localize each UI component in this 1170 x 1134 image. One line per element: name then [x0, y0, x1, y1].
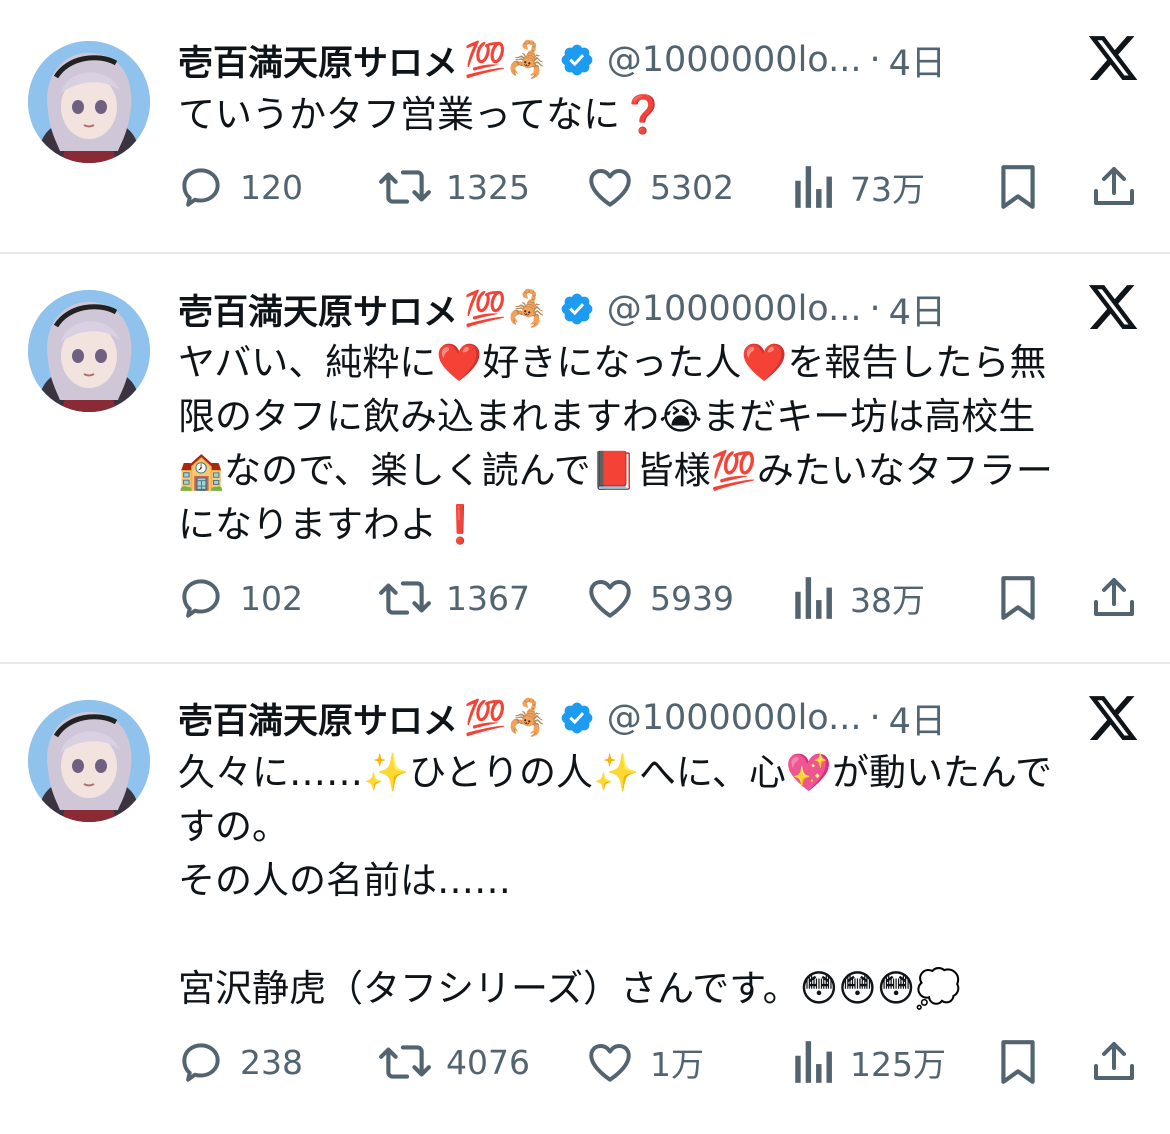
- share-upload-icon: [1094, 578, 1134, 616]
- share-button[interactable]: [1090, 568, 1138, 628]
- handle[interactable]: @1000000lo...: [607, 289, 862, 329]
- verified-badge-icon: [559, 291, 595, 327]
- name-emojis: 💯🦂: [464, 289, 549, 329]
- view-count: 73万: [850, 170, 925, 209]
- retweet-button[interactable]: 1367: [378, 568, 530, 628]
- bar-chart-icon: [795, 577, 832, 619]
- timestamp[interactable]: 4日: [889, 693, 946, 744]
- x-logo-icon: [1086, 280, 1140, 334]
- reply-button[interactable]: 102: [176, 568, 303, 628]
- retweet-arrows-icon: [379, 581, 431, 615]
- views-button[interactable]: 38万: [792, 568, 925, 628]
- reply-count: 120: [240, 167, 303, 207]
- tweet-text: ヤバい、純粋に❤️好きになった人❤️を報告したら無 限のタフに飲み込まれますわ😭…: [178, 341, 1053, 546]
- tweet-text: 久々に……✨ひとりの人✨へに、心💖が動いたんで すの。 その人の名前は…… 宮沢…: [178, 751, 1053, 1010]
- tweet-header: 壱百満天原サロメ 💯🦂 @1000000lo... · 4日: [178, 281, 946, 337]
- avatar[interactable]: [28, 41, 150, 163]
- bookmark-button[interactable]: [996, 157, 1040, 217]
- retweet-count: 4076: [446, 1042, 530, 1082]
- share-button[interactable]: [1090, 1032, 1138, 1092]
- retweet-button[interactable]: 4076: [378, 1032, 530, 1092]
- retweet-arrows-icon: [379, 1045, 431, 1079]
- heart-icon: [589, 168, 631, 207]
- bar-chart-icon: [795, 166, 832, 208]
- avatar[interactable]: [28, 290, 150, 412]
- share-button[interactable]: [1090, 157, 1138, 217]
- like-count: 1万: [650, 1045, 704, 1084]
- speech-bubble-icon: [182, 168, 220, 207]
- bookmark-icon: [1001, 1040, 1035, 1084]
- share-upload-icon: [1094, 1042, 1134, 1080]
- tweet-header: 壱百満天原サロメ 💯🦂 @1000000lo... · 4日: [178, 690, 946, 746]
- retweet-arrows-icon: [379, 170, 431, 204]
- name-emojis: 💯🦂: [464, 698, 549, 738]
- tweet-actions: 102 1367 5939 38万: [176, 568, 1142, 628]
- view-count: 38万: [850, 581, 925, 620]
- separator-dot: ·: [869, 289, 881, 329]
- reply-count: 238: [240, 1042, 303, 1082]
- handle[interactable]: @1000000lo...: [607, 698, 862, 738]
- reply-button[interactable]: 238: [176, 1032, 303, 1092]
- heart-icon: [589, 579, 631, 618]
- like-button[interactable]: 5302: [584, 157, 734, 217]
- timestamp[interactable]: 4日: [889, 284, 946, 335]
- retweet-count: 1367: [446, 578, 530, 618]
- like-count: 5939: [650, 578, 734, 618]
- tweet-header: 壱百満天原サロメ 💯🦂 @1000000lo... · 4日: [178, 32, 946, 88]
- heart-icon: [589, 1043, 631, 1082]
- x-logo-icon: [1086, 691, 1140, 745]
- bookmark-icon: [1001, 576, 1035, 620]
- views-button[interactable]: 73万: [792, 157, 925, 217]
- tweet-actions: 238 4076 1万 125万: [176, 1032, 1142, 1092]
- x-logo-icon: [1086, 31, 1140, 85]
- timestamp[interactable]: 4日: [889, 35, 946, 86]
- reply-count: 102: [240, 578, 303, 618]
- display-name[interactable]: 壱百満天原サロメ: [178, 693, 458, 744]
- retweet-count: 1325: [446, 167, 530, 207]
- tweet[interactable]: 壱百満天原サロメ 💯🦂 @1000000lo... · 4日 ていうかタフ営業っ…: [0, 0, 1170, 252]
- reply-button[interactable]: 120: [176, 157, 303, 217]
- bookmark-button[interactable]: [996, 568, 1040, 628]
- like-count: 5302: [650, 167, 734, 207]
- speech-bubble-icon: [182, 579, 220, 618]
- name-emojis: 💯🦂: [464, 40, 549, 80]
- like-button[interactable]: 1万: [584, 1032, 704, 1092]
- views-button[interactable]: 125万: [792, 1032, 946, 1092]
- tweet[interactable]: 壱百満天原サロメ 💯🦂 @1000000lo... · 4日 ヤバい、純粋に❤️…: [0, 254, 1170, 662]
- view-count: 125万: [850, 1045, 946, 1084]
- display-name[interactable]: 壱百満天原サロメ: [178, 284, 458, 335]
- separator-dot: ·: [869, 698, 881, 738]
- separator-dot: ·: [869, 40, 881, 80]
- speech-bubble-icon: [182, 1043, 220, 1082]
- bookmark-button[interactable]: [996, 1032, 1040, 1092]
- retweet-button[interactable]: 1325: [378, 157, 530, 217]
- like-button[interactable]: 5939: [584, 568, 734, 628]
- share-upload-icon: [1094, 167, 1134, 205]
- verified-badge-icon: [559, 700, 595, 736]
- tweet-actions: 120 1325 5302 73万: [176, 157, 1142, 217]
- tweet[interactable]: 壱百満天原サロメ 💯🦂 @1000000lo... · 4日 久々に……✨ひとり…: [0, 664, 1170, 1134]
- handle[interactable]: @1000000lo...: [607, 40, 862, 80]
- display-name[interactable]: 壱百満天原サロメ: [178, 35, 458, 86]
- bar-chart-icon: [795, 1041, 832, 1083]
- avatar[interactable]: [28, 700, 150, 822]
- tweet-text: ていうかタフ営業ってなに❓: [178, 93, 667, 136]
- verified-badge-icon: [559, 42, 595, 78]
- bookmark-icon: [1001, 165, 1035, 209]
